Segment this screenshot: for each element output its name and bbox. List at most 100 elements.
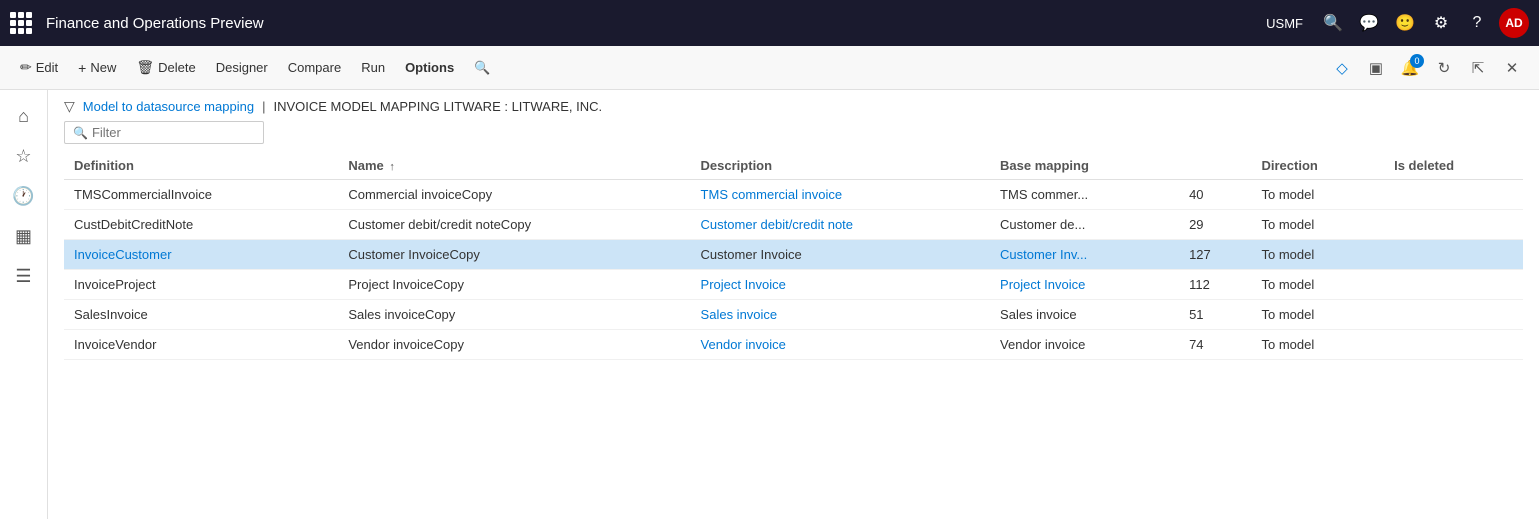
cell-basemapping: Vendor invoice (990, 330, 1179, 360)
org-label: USMF (1266, 16, 1303, 31)
table-row[interactable]: SalesInvoice Sales invoiceCopy Sales inv… (64, 300, 1523, 330)
table-row[interactable]: CustDebitCreditNote Customer debit/credi… (64, 210, 1523, 240)
refresh-icon-btn[interactable]: ↻ (1429, 53, 1459, 83)
cell-definition: InvoiceCustomer (64, 240, 338, 270)
cell-name: Customer debit/credit noteCopy (338, 210, 690, 240)
data-table: Definition Name ↑ Description Base mappi… (64, 152, 1523, 360)
sidebar-clock-icon[interactable]: 🕐 (6, 178, 42, 214)
breadcrumb: ▽ Model to datasource mapping | INVOICE … (48, 90, 1539, 121)
col-header-definition[interactable]: Definition (64, 152, 338, 180)
cell-definition: TMSCommercialInvoice (64, 180, 338, 210)
col-header-direction[interactable]: Direction (1252, 152, 1385, 180)
cell-isdeleted (1384, 270, 1523, 300)
smiley-icon[interactable]: 🙂 (1391, 9, 1419, 37)
user-avatar[interactable]: AD (1499, 8, 1529, 38)
cell-basemapping: Customer de... (990, 210, 1179, 240)
table-row[interactable]: InvoiceProject Project InvoiceCopy Proje… (64, 270, 1523, 300)
content-area: ▽ Model to datasource mapping | INVOICE … (48, 90, 1539, 519)
filter-box-wrap: 🔍 (48, 121, 1539, 152)
search-icon-toolbar: 🔍 (474, 60, 490, 76)
col-header-count (1179, 152, 1251, 180)
notification-badge: 0 (1410, 54, 1424, 68)
cell-description[interactable]: Customer debit/credit note (691, 210, 991, 240)
cell-isdeleted (1384, 180, 1523, 210)
toolbar: ✏ Edit + New 🗑 Delete Designer Compare R… (0, 46, 1539, 90)
new-icon: + (78, 60, 86, 76)
cell-direction: To model (1252, 300, 1385, 330)
edit-icon: ✏ (20, 59, 32, 76)
cell-count: 112 (1179, 270, 1251, 300)
cell-isdeleted (1384, 210, 1523, 240)
breadcrumb-parent-link[interactable]: Model to datasource mapping (83, 99, 254, 114)
cell-direction: To model (1252, 210, 1385, 240)
cell-basemapping[interactable]: Customer Inv... (990, 240, 1179, 270)
cell-name: Vendor invoiceCopy (338, 330, 690, 360)
sidebar-star-icon[interactable]: ☆ (6, 138, 42, 174)
cell-basemapping: TMS commer... (990, 180, 1179, 210)
sidebar-list-icon[interactable]: ☰ (6, 258, 42, 294)
top-bar-actions: USMF 🔍 💬 🙂 ⚙ ? AD (1266, 8, 1529, 38)
badge-icon-btn[interactable]: 🔔 0 (1395, 53, 1425, 83)
cell-definition: SalesInvoice (64, 300, 338, 330)
cell-isdeleted (1384, 300, 1523, 330)
filter-input-box: 🔍 (64, 121, 264, 144)
cell-count: 29 (1179, 210, 1251, 240)
table-row[interactable]: TMSCommercialInvoice Commercial invoiceC… (64, 180, 1523, 210)
waffle-menu[interactable] (10, 12, 32, 34)
cell-count: 51 (1179, 300, 1251, 330)
sidebar-home-icon[interactable]: ⌂ (6, 98, 42, 134)
sidebar: ⌂ ☆ 🕐 ▦ ☰ (0, 90, 48, 519)
table-row[interactable]: InvoiceCustomer Customer InvoiceCopy Cus… (64, 240, 1523, 270)
filter-icon: ▽ (64, 98, 75, 115)
top-bar: Finance and Operations Preview USMF 🔍 💬 … (0, 0, 1539, 46)
cell-definition: InvoiceVendor (64, 330, 338, 360)
toolbar-right-actions: ◇ ▣ 🔔 0 ↻ ⇱ ✕ (1327, 53, 1527, 83)
cell-description[interactable]: TMS commercial invoice (691, 180, 991, 210)
col-header-description[interactable]: Description (691, 152, 991, 180)
filter-input[interactable] (92, 125, 255, 140)
cell-direction: To model (1252, 240, 1385, 270)
search-icon-top[interactable]: 🔍 (1319, 9, 1347, 37)
delete-button[interactable]: 🗑 Delete (128, 54, 203, 81)
app-title: Finance and Operations Preview (46, 15, 1266, 32)
toolbar-search-button[interactable]: 🔍 (466, 55, 498, 81)
compare-button[interactable]: Compare (280, 55, 349, 80)
cell-definition: CustDebitCreditNote (64, 210, 338, 240)
table-row[interactable]: InvoiceVendor Vendor invoiceCopy Vendor … (64, 330, 1523, 360)
close-icon-btn[interactable]: ✕ (1497, 53, 1527, 83)
help-icon[interactable]: ? (1463, 9, 1491, 37)
cell-description[interactable]: Sales invoice (691, 300, 991, 330)
breadcrumb-separator: | (262, 99, 265, 114)
col-header-isdeleted[interactable]: Is deleted (1384, 152, 1523, 180)
cell-description[interactable]: Vendor invoice (691, 330, 991, 360)
filter-search-icon: 🔍 (73, 126, 88, 140)
table-header-row: Definition Name ↑ Description Base mappi… (64, 152, 1523, 180)
new-button[interactable]: + New (70, 55, 124, 81)
designer-button[interactable]: Designer (208, 55, 276, 80)
cell-direction: To model (1252, 330, 1385, 360)
cell-direction: To model (1252, 270, 1385, 300)
cell-name: Customer InvoiceCopy (338, 240, 690, 270)
options-button[interactable]: Options (397, 55, 462, 80)
col-header-name[interactable]: Name ↑ (338, 152, 690, 180)
settings-icon-top[interactable]: ⚙ (1427, 9, 1455, 37)
cell-basemapping[interactable]: Project Invoice (990, 270, 1179, 300)
popout-icon-btn[interactable]: ⇱ (1463, 53, 1493, 83)
cell-definition: InvoiceProject (64, 270, 338, 300)
cell-count: 127 (1179, 240, 1251, 270)
cell-name: Sales invoiceCopy (338, 300, 690, 330)
cell-direction: To model (1252, 180, 1385, 210)
cell-description[interactable]: Project Invoice (691, 270, 991, 300)
run-button[interactable]: Run (353, 55, 393, 80)
cell-count: 74 (1179, 330, 1251, 360)
breadcrumb-current: INVOICE MODEL MAPPING LITWARE : LITWARE,… (273, 99, 602, 114)
col-header-basemapping[interactable]: Base mapping (990, 152, 1179, 180)
cell-count: 40 (1179, 180, 1251, 210)
diamond-icon-btn[interactable]: ◇ (1327, 53, 1357, 83)
edit-button[interactable]: ✏ Edit (12, 54, 66, 81)
chat-icon[interactable]: 💬 (1355, 9, 1383, 37)
layout-icon-btn[interactable]: ▣ (1361, 53, 1391, 83)
cell-isdeleted (1384, 240, 1523, 270)
table-wrap: Definition Name ↑ Description Base mappi… (48, 152, 1539, 519)
sidebar-calendar-icon[interactable]: ▦ (6, 218, 42, 254)
